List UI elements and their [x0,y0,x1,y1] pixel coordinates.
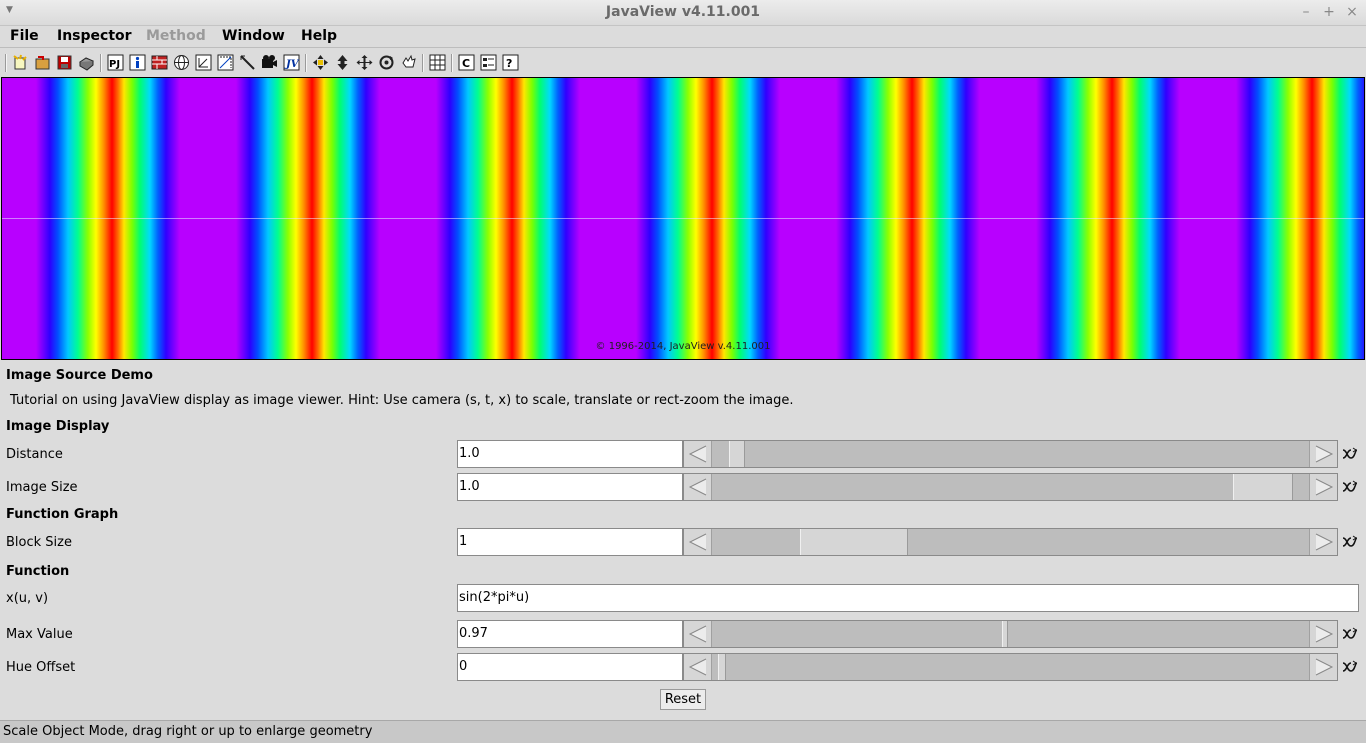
hue-offset-field[interactable]: 0 [457,653,683,681]
window-title: JavaView v4.11.001 [605,4,761,20]
menu-help[interactable]: Help [301,28,337,44]
menu-method: Method [146,28,206,44]
svg-text:PJ: PJ [109,59,120,70]
distance-field[interactable]: 1.0 [457,440,683,468]
new-icon[interactable] [11,53,30,72]
pick-icon[interactable] [311,53,330,72]
slider-thumb[interactable] [1001,621,1008,647]
camera-icon[interactable] [260,53,279,72]
slider-right-arrow-icon[interactable] [1309,474,1337,500]
hue-offset-slider[interactable] [683,653,1338,681]
print-icon[interactable] [77,53,96,72]
brick-icon[interactable] [150,53,169,72]
translate-icon[interactable] [355,53,374,72]
svg-text:JV: JV [284,59,300,70]
reset-button[interactable]: Reset [660,689,706,710]
slider-left-arrow-icon[interactable] [684,621,712,647]
info-icon[interactable] [128,53,147,72]
slider-right-arrow-icon[interactable] [1309,529,1337,555]
minimize-icon[interactable]: – [1297,3,1315,21]
hue-offset-label: Hue Offset [6,660,76,675]
horizontal-guide-line [2,218,1364,219]
panel-title: Image Source Demo [6,368,153,383]
section-image-display: Image Display [6,419,110,434]
slider-thumb[interactable] [717,654,726,680]
section-function-graph: Function Graph [6,507,119,522]
svg-text:C: C [462,57,470,70]
grid-icon[interactable] [428,53,447,72]
jv-icon[interactable]: JV [282,53,301,72]
image-size-slider[interactable] [683,473,1338,501]
menu-bar: File Inspector Method Window Help [0,26,1366,48]
open-icon[interactable] [33,53,52,72]
block-size-label: Block Size [6,535,72,550]
ruler-icon[interactable] [238,53,257,72]
menu-file[interactable]: File [10,28,39,44]
animation-icon[interactable] [1341,534,1357,550]
copyright-text: © 1996-2014, JavaView v.4.11.001 [595,341,771,352]
animation-icon[interactable] [1341,626,1357,642]
toolbar-separator [5,54,7,72]
image-size-field[interactable]: 1.0 [457,473,683,501]
axes-icon[interactable] [216,53,235,72]
toolbar-separator [100,54,102,72]
control-panel: Image Source Demo Tutorial on using Java… [0,361,1366,719]
svg-text:?: ? [506,57,512,70]
toolbar-separator [422,54,424,72]
slider-right-arrow-icon[interactable] [1309,654,1337,680]
animation-icon[interactable] [1341,446,1357,462]
slider-thumb[interactable] [800,529,909,555]
save-icon[interactable] [55,53,74,72]
toolbar: PJ JV C ? [0,49,1366,77]
image-display-canvas[interactable]: © 1996-2014, JavaView v.4.11.001 [1,77,1365,360]
section-function: Function [6,564,70,579]
pj-icon[interactable]: PJ [106,53,125,72]
toolbar-separator [451,54,453,72]
block-size-field[interactable]: 1 [457,528,683,556]
list-icon[interactable] [479,53,498,72]
javaview-window: ▼ JavaView v4.11.001 – + × File Inspecto… [0,0,1366,743]
function-label: x(u, v) [6,591,49,606]
slider-right-arrow-icon[interactable] [1309,621,1337,647]
title-bar: ▼ JavaView v4.11.001 – + × [0,0,1366,26]
distance-slider[interactable] [683,440,1338,468]
slider-left-arrow-icon[interactable] [684,529,712,555]
max-value-slider[interactable] [683,620,1338,648]
animation-icon[interactable] [1341,659,1357,675]
slider-left-arrow-icon[interactable] [684,654,712,680]
slider-thumb[interactable] [729,441,746,467]
panel-description: Tutorial on using JavaView display as im… [10,393,794,408]
slider-left-arrow-icon[interactable] [684,441,712,467]
max-value-label: Max Value [6,627,73,642]
animation-icon[interactable] [1341,479,1357,495]
globe-icon[interactable] [172,53,191,72]
hand-icon[interactable] [399,53,418,72]
boundingbox-icon[interactable] [194,53,213,72]
max-value-field[interactable]: 0.97 [457,620,683,648]
slider-right-arrow-icon[interactable] [1309,441,1337,467]
scale-icon[interactable] [333,53,352,72]
menu-inspector[interactable]: Inspector [57,28,132,44]
toolbar-separator [305,54,307,72]
image-size-label: Image Size [6,480,78,495]
status-bar: Scale Object Mode, drag right or up to e… [0,720,1366,743]
c-icon[interactable]: C [457,53,476,72]
close-icon[interactable]: × [1343,3,1361,21]
menu-window[interactable]: Window [222,28,285,44]
function-expression-field[interactable]: sin(2*pi*u) [457,584,1359,612]
rotate-icon[interactable] [377,53,396,72]
maximize-icon[interactable]: + [1320,3,1338,21]
slider-thumb[interactable] [1232,474,1293,500]
slider-left-arrow-icon[interactable] [684,474,712,500]
help-icon[interactable]: ? [501,53,520,72]
distance-label: Distance [6,447,63,462]
block-size-slider[interactable] [683,528,1338,556]
